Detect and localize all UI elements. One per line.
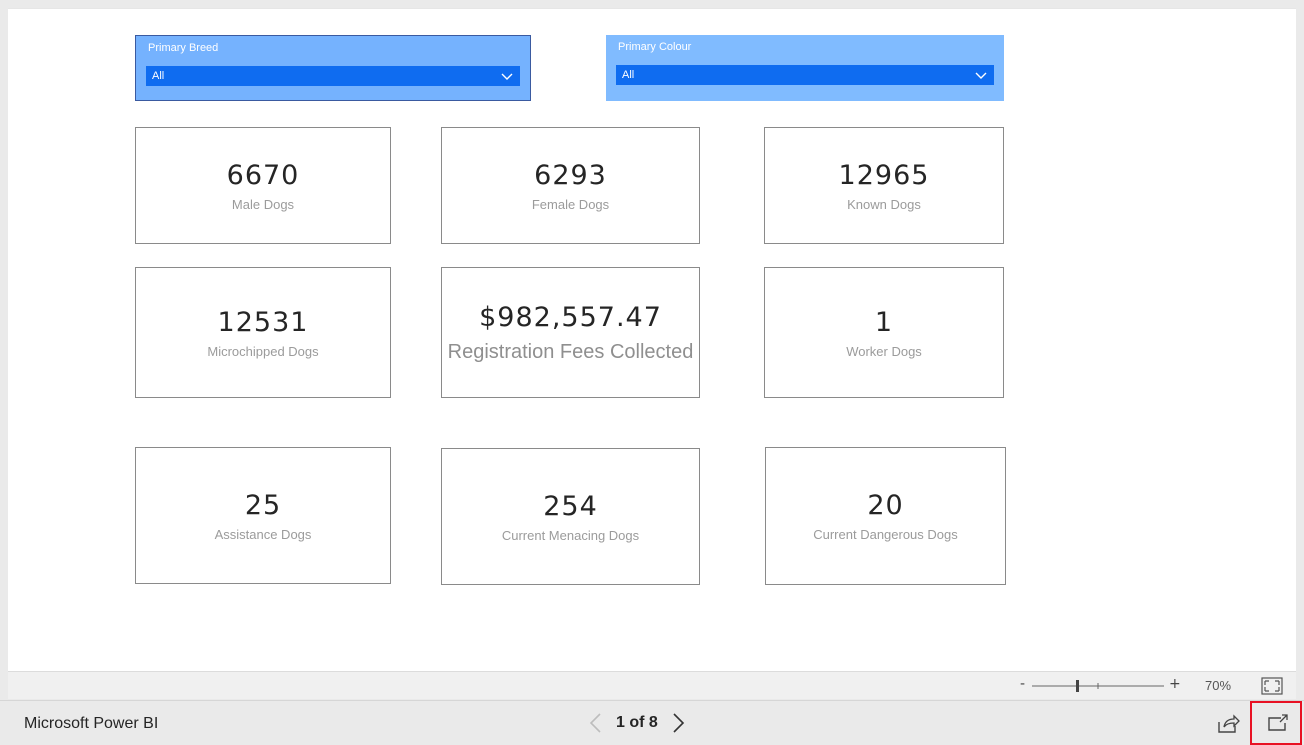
- card-known-dogs: 12965 Known Dogs: [764, 127, 1004, 244]
- card-current-menacing-dogs: 254 Current Menacing Dogs: [441, 448, 700, 585]
- card-label: Known Dogs: [847, 196, 921, 212]
- open-in-new-window-icon[interactable]: [1267, 714, 1289, 732]
- primary-breed-value: All: [152, 70, 165, 82]
- zoom-in-button[interactable]: +: [1169, 676, 1181, 692]
- card-label: Female Dogs: [531, 196, 610, 212]
- card-microchipped-dogs: 12531 Microchipped Dogs: [135, 267, 391, 398]
- card-label: Male Dogs: [231, 196, 295, 212]
- primary-colour-dropdown[interactable]: All: [616, 65, 994, 85]
- zoom-out-button[interactable]: -: [1020, 676, 1025, 692]
- card-assistance-dogs: 25 Assistance Dogs: [135, 447, 391, 584]
- card-label: Assistance Dogs: [214, 526, 312, 542]
- card-current-dangerous-dogs: 20 Current Dangerous Dogs: [765, 447, 1006, 585]
- primary-colour-value: All: [622, 69, 635, 81]
- page-navigator: 1 of 8: [586, 709, 688, 737]
- zoom-percent: 70%: [1205, 678, 1232, 693]
- chevron-down-icon: [975, 72, 987, 79]
- card-label: Microchipped Dogs: [207, 343, 319, 359]
- brand-title: Microsoft Power BI: [24, 715, 159, 732]
- card-label: Registration Fees Collected: [447, 340, 694, 363]
- zoom-bar: - + 70%: [8, 671, 1296, 699]
- card-male-dogs: 6670 Male Dogs: [135, 127, 391, 244]
- chevron-left-icon[interactable]: [586, 711, 606, 735]
- chevron-right-icon[interactable]: [668, 711, 688, 735]
- card-value: 12531: [217, 306, 309, 338]
- zoom-slider[interactable]: [1032, 678, 1164, 694]
- card-value: $982,557.47: [479, 301, 662, 333]
- card-value: 20: [867, 490, 904, 521]
- card-registration-fees: $982,557.47 Registration Fees Collected: [441, 267, 700, 398]
- card-value: 6293: [534, 159, 607, 191]
- report-canvas: Primary Breed All Primary Colour All 667…: [8, 8, 1296, 671]
- chevron-down-icon: [501, 73, 513, 80]
- share-icon[interactable]: [1216, 714, 1240, 734]
- card-label: Worker Dogs: [846, 343, 922, 359]
- footer-bar: Microsoft Power BI 1 of 8: [0, 700, 1304, 745]
- card-worker-dogs: 1 Worker Dogs: [764, 267, 1004, 398]
- card-female-dogs: 6293 Female Dogs: [441, 127, 700, 244]
- primary-colour-title: Primary Colour: [618, 41, 692, 53]
- page-indicator: 1 of 8: [616, 714, 658, 731]
- card-value: 6670: [226, 159, 300, 191]
- card-label: Current Dangerous Dogs: [813, 527, 958, 542]
- primary-breed-title: Primary Breed: [148, 42, 219, 54]
- card-value: 12965: [838, 159, 930, 191]
- card-label: Current Menacing Dogs: [501, 527, 640, 543]
- primary-breed-dropdown[interactable]: All: [146, 66, 520, 86]
- primary-colour-slicer: Primary Colour All: [606, 35, 1004, 101]
- primary-breed-slicer: Primary Breed All: [135, 35, 531, 101]
- card-value: 25: [244, 489, 282, 521]
- card-value: 1: [874, 306, 894, 338]
- card-value: 254: [543, 490, 598, 522]
- fit-to-page-icon[interactable]: [1261, 677, 1283, 695]
